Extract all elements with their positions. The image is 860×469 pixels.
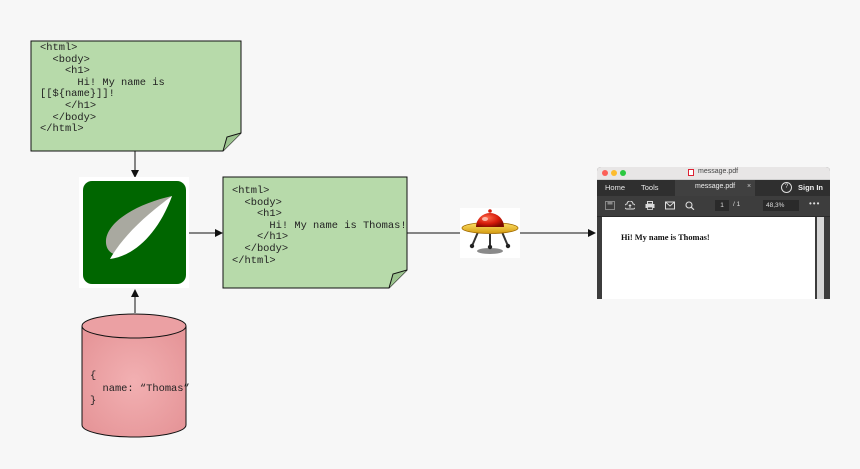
zoom-select[interactable]: 48,3% (763, 200, 799, 211)
datasource-json: { name: “Thomas” } (90, 370, 190, 407)
pdf-titlebar: message.pdf (597, 167, 830, 180)
tab-document-label: message.pdf (695, 183, 736, 190)
save-icon[interactable] (605, 201, 615, 210)
tab-document[interactable]: message.pdf × (675, 180, 755, 196)
tab-home[interactable]: Home (605, 183, 625, 192)
pdf-viewer-window: message.pdf Home Tools message.pdf × ? S… (597, 167, 830, 299)
print-icon[interactable] (645, 201, 655, 210)
pdf-toolbar: 1 / 1 48,3% ••• (597, 196, 830, 217)
page-number-input[interactable]: 1 (715, 200, 729, 211)
diagram-canvas: <html> <body> <h1> Hi! My name is [[${na… (0, 0, 860, 469)
more-options-icon[interactable]: ••• (809, 199, 820, 208)
close-window-button[interactable] (602, 170, 608, 176)
upload-cloud-icon[interactable] (625, 201, 635, 210)
pdf-page-text: Hi! My name is Thomas! (621, 233, 710, 242)
close-tab-icon[interactable]: × (747, 183, 751, 190)
output-code: <html> <body> <h1> Hi! My name is Thomas… (232, 185, 407, 267)
email-icon[interactable] (665, 201, 675, 210)
help-icon[interactable]: ? (781, 182, 792, 193)
page-total: / 1 (733, 201, 741, 208)
pdf-page: Hi! My name is Thomas! (602, 217, 815, 299)
sign-in-button[interactable]: Sign In (798, 183, 823, 192)
tab-tools[interactable]: Tools (641, 183, 659, 192)
pdf-tabbar: Home Tools message.pdf × ? Sign In (597, 180, 830, 196)
zoom-window-button[interactable] (620, 170, 626, 176)
pdf-scrollbar[interactable] (817, 217, 824, 299)
search-icon[interactable] (685, 201, 695, 210)
window-title: message.pdf (698, 168, 739, 175)
pdf-file-icon (688, 169, 694, 176)
template-code: <html> <body> <h1> Hi! My name is [[${na… (40, 42, 165, 136)
flying-saucer-icon (460, 208, 520, 258)
leaf-logo-icon (79, 177, 189, 288)
minimize-window-button[interactable] (611, 170, 617, 176)
